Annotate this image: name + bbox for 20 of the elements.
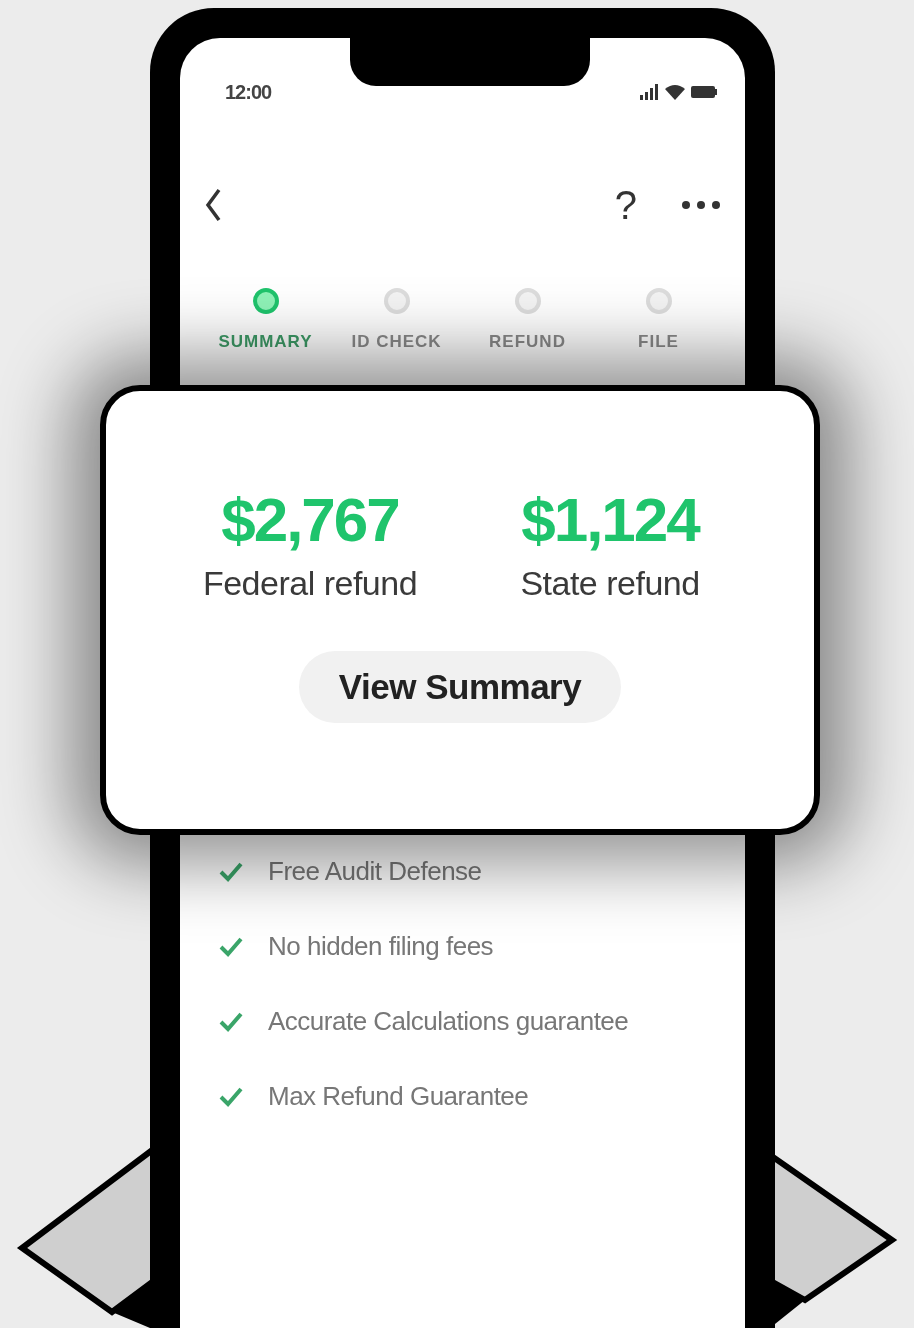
signal-icon [639,84,659,100]
help-button[interactable]: ? [614,185,637,225]
battery-icon [691,85,717,99]
feature-text: Max Refund Guarantee [268,1081,529,1112]
refund-label: State refund [520,564,700,604]
status-time: 12:00 [225,80,272,104]
wifi-icon [665,84,685,100]
view-summary-button[interactable]: View Summary [298,651,622,724]
refund-amount: $1,124 [521,486,699,555]
feature-text: Accurate Calculations guarantee [268,1006,629,1037]
step-tab[interactable]: REFUND [489,332,566,352]
step-tab[interactable]: FILE [638,332,679,352]
step-tab[interactable]: ID CHECK [351,332,442,352]
back-icon[interactable] [204,187,222,223]
refund-label: Federal refund [202,564,418,604]
feature-text: Free Audit Defense [268,856,482,887]
feature-text: No hidden filing fees [268,931,494,962]
more-icon[interactable] [681,200,721,210]
step-tab[interactable]: SUMMARY [218,332,313,352]
refund-amount: $2,767 [221,486,399,555]
